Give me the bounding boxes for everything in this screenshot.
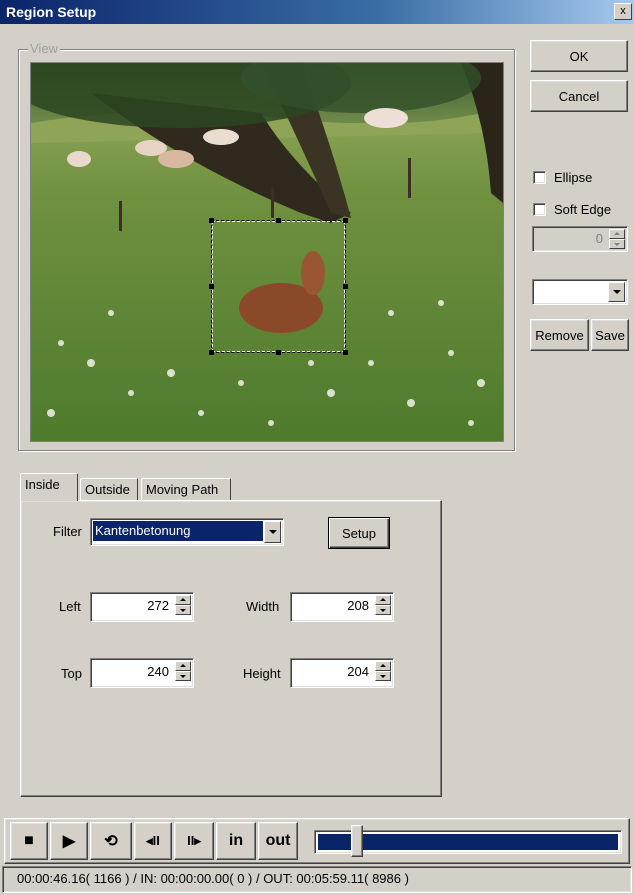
play-button[interactable]: ▶ [50, 822, 88, 860]
previous-frame-button[interactable]: ◂II [134, 822, 172, 860]
soft-edge-spinner[interactable] [609, 229, 625, 249]
ok-button[interactable]: OK [530, 40, 628, 72]
soft-edge-label: Soft Edge [554, 202, 612, 217]
resize-handle[interactable] [209, 284, 214, 289]
top-spinner[interactable] [175, 661, 191, 681]
spin-up-icon[interactable] [375, 595, 391, 605]
width-spinner[interactable] [375, 595, 391, 615]
preset-dropdown[interactable] [532, 279, 628, 305]
top-label: Top [61, 666, 82, 681]
height-spinner[interactable] [375, 661, 391, 681]
remove-button[interactable]: Remove [530, 319, 589, 351]
filter-dropdown[interactable]: Kantenbetonung [90, 518, 284, 546]
window-title: Region Setup [6, 4, 97, 20]
timeline-slider-track[interactable] [314, 825, 622, 857]
resize-handle[interactable] [343, 218, 348, 223]
ellipse-label: Ellipse [554, 170, 593, 185]
height-field[interactable]: 204 [290, 658, 394, 688]
stop-button[interactable]: ■ [10, 822, 48, 860]
next-frame-button[interactable]: II▸ [174, 822, 214, 860]
left-value: 272 [147, 598, 169, 613]
chevron-down-icon[interactable] [608, 282, 625, 302]
status-text: 00:00:46.16( 1166 ) / IN: 00:00:00.00( 0… [17, 871, 409, 886]
timeline-slider-fill [318, 834, 618, 850]
resize-handle[interactable] [343, 284, 348, 289]
resize-handle[interactable] [209, 350, 214, 355]
soft-edge-checkbox[interactable] [533, 203, 546, 216]
status-bar: 00:00:46.16( 1166 ) / IN: 00:00:00.00( 0… [2, 866, 632, 893]
ellipse-checkbox[interactable] [533, 171, 546, 184]
spin-down-icon[interactable] [175, 671, 191, 681]
spin-up-icon[interactable] [175, 595, 191, 605]
tab-moving-path[interactable]: Moving Path [141, 478, 231, 500]
filter-label: Filter [53, 524, 82, 539]
left-field[interactable]: 272 [90, 592, 194, 622]
spin-up-icon[interactable] [375, 661, 391, 671]
filter-value: Kantenbetonung [93, 521, 263, 541]
spin-up-icon[interactable] [609, 229, 625, 239]
resize-handle[interactable] [209, 218, 214, 223]
resize-handle[interactable] [276, 350, 281, 355]
height-label: Height [243, 666, 281, 681]
tab-inside[interactable]: Inside [20, 473, 78, 501]
close-button[interactable]: x [614, 3, 632, 20]
width-field[interactable]: 208 [290, 592, 394, 622]
top-value: 240 [147, 664, 169, 679]
width-label: Width [246, 599, 280, 614]
spin-down-icon[interactable] [375, 605, 391, 615]
spin-up-icon[interactable] [175, 661, 191, 671]
width-value: 208 [347, 598, 369, 613]
tab-outside[interactable]: Outside [80, 478, 138, 500]
loop-button[interactable]: ⟲ [90, 822, 132, 860]
mark-in-button[interactable]: in [216, 822, 256, 860]
height-value: 204 [347, 664, 369, 679]
resize-handle[interactable] [343, 350, 348, 355]
top-field[interactable]: 240 [90, 658, 194, 688]
video-preview[interactable] [30, 62, 504, 442]
mark-out-button[interactable]: out [258, 822, 298, 860]
spin-down-icon[interactable] [375, 671, 391, 681]
cancel-button[interactable]: Cancel [530, 80, 628, 112]
left-label: Left [59, 599, 81, 614]
soft-edge-value: 0 [595, 231, 603, 246]
left-spinner[interactable] [175, 595, 191, 615]
soft-edge-value-field[interactable]: 0 [532, 226, 628, 252]
resize-handle[interactable] [276, 218, 281, 223]
save-button[interactable]: Save [591, 319, 629, 351]
region-selection[interactable] [209, 218, 348, 355]
view-legend: View [28, 41, 60, 56]
spin-down-icon[interactable] [609, 239, 625, 249]
chevron-down-icon[interactable] [264, 521, 281, 543]
timeline-slider-thumb[interactable] [351, 825, 363, 857]
setup-button[interactable]: Setup [328, 517, 390, 549]
spin-down-icon[interactable] [175, 605, 191, 615]
title-bar: Region Setup x [0, 0, 634, 24]
